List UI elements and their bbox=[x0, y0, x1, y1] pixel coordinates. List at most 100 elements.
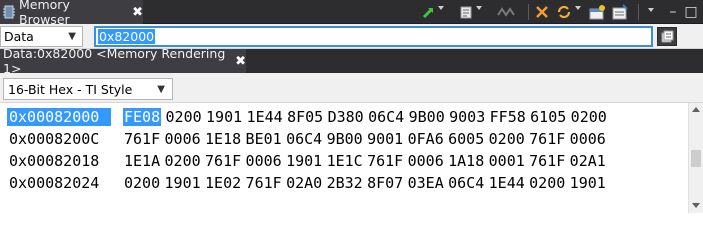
memory-address: 0x00082018 bbox=[9, 152, 100, 170]
refresh-continuous-icon[interactable] bbox=[555, 2, 573, 22]
memory-word-cell[interactable]: 0001 bbox=[489, 152, 525, 170]
memory-word-cell[interactable]: 761F bbox=[246, 174, 282, 192]
memory-word-cell[interactable]: 06C4 bbox=[448, 174, 484, 192]
rendering-tab-bar: Data:0x82000 <Memory Rendering 1> ✖ bbox=[0, 46, 703, 76]
memory-word-cell[interactable]: 1E44 bbox=[489, 174, 525, 192]
refresh-dropdown-icon[interactable] bbox=[476, 6, 482, 10]
close-rendering-icon[interactable]: ✖ bbox=[235, 54, 246, 69]
memory-word-cell[interactable]: 761F bbox=[529, 130, 565, 148]
memory-word-cell[interactable]: 02A0 bbox=[286, 174, 322, 192]
memory-word-cell[interactable]: 8F05 bbox=[287, 108, 323, 126]
view-menu-icon[interactable] bbox=[648, 8, 654, 12]
memory-words: 1E1A 0200 761F 0006 1901 1E1C 761F 0006 1A18 0001… bbox=[124, 152, 610, 170]
memory-grid[interactable]: 0x00082000 FE08 0200 1901 1E44 8F05 D380 06C4 9B… bbox=[0, 103, 688, 213]
memory-word-cell[interactable]: 1E1C bbox=[327, 152, 363, 170]
memory-word-cell[interactable]: 1E18 bbox=[205, 130, 241, 148]
memory-word-cell[interactable]: 0200 bbox=[124, 174, 160, 192]
go-icon bbox=[661, 30, 674, 42]
memory-words: 761F 0006 1E18 BE01 06C4 9B00 9001 0FA6 6005 0200… bbox=[124, 130, 610, 148]
memory-word-cell[interactable]: 1E44 bbox=[247, 108, 283, 126]
chevron-down-icon: ▼ bbox=[157, 84, 165, 95]
memory-word-cell[interactable]: BE01 bbox=[246, 130, 282, 148]
format-select[interactable]: 16-Bit Hex - TI Style ▼ bbox=[3, 78, 173, 100]
memory-row: 0x00082018 1E1A 0200 761F 0006 1901 1E1C 761F 00… bbox=[0, 150, 688, 172]
memory-word-cell[interactable]: 2B32 bbox=[327, 174, 363, 192]
new-memory-monitor-icon[interactable] bbox=[421, 2, 437, 22]
memory-address: 0x0008200C bbox=[9, 130, 100, 148]
memory-row: 0x00082024 0200 1901 1E02 761F 02A0 2B32 8F07 03… bbox=[0, 172, 688, 194]
memory-word-cell[interactable]: 0006 bbox=[246, 152, 282, 170]
go-to-address-button[interactable] bbox=[657, 27, 677, 46]
minimize-icon[interactable]: – bbox=[667, 2, 679, 22]
memory-word-cell[interactable]: 0006 bbox=[165, 130, 201, 148]
memory-word-cell[interactable]: 0200 bbox=[529, 174, 565, 192]
scroll-up-icon[interactable] bbox=[692, 107, 700, 112]
memory-word-cell[interactable]: 0200 bbox=[165, 152, 201, 170]
memory-row: 0x0008200C 761F 0006 1E18 BE01 06C4 9B00 9001 0F… bbox=[0, 128, 688, 150]
scrollbar-thumb[interactable] bbox=[691, 150, 701, 167]
memory-word-cell[interactable]: 6105 bbox=[530, 108, 566, 126]
memory-row: 0x00082000 FE08 0200 1901 1E44 8F05 D380 06C4 9B… bbox=[0, 106, 688, 128]
memory-word-cell[interactable]: 1901 bbox=[286, 152, 322, 170]
new-rendering-icon[interactable] bbox=[588, 2, 606, 22]
memory-word-cell[interactable]: 06C4 bbox=[286, 130, 322, 148]
memory-words: 0200 1901 1E02 761F 02A0 2B32 8F07 03EA 06C4 1E44… bbox=[124, 174, 610, 192]
format-bar: 16-Bit Hex - TI Style ▼ bbox=[0, 73, 703, 103]
memory-word-cell[interactable]: 0006 bbox=[570, 130, 606, 148]
clear-icon[interactable] bbox=[611, 2, 629, 22]
view-tab-bar: Memory Browser ✖ – □ bbox=[0, 0, 703, 27]
address-input-value: 0x82000 bbox=[98, 29, 156, 44]
memory-word-cell[interactable]: 1E1A bbox=[124, 152, 160, 170]
refresh-continuous-dropdown-icon[interactable] bbox=[575, 6, 581, 10]
memory-word-cell[interactable]: 02A1 bbox=[570, 152, 606, 170]
memory-word-cell[interactable]: 06C4 bbox=[368, 108, 404, 126]
memory-word-cell[interactable]: 761F bbox=[205, 152, 241, 170]
memory-address: 0x00082000 bbox=[7, 108, 111, 126]
toolbar-separator bbox=[528, 4, 529, 20]
memory-space-select[interactable]: Data ▼ bbox=[0, 26, 83, 47]
rendering-tab-label: Data:0x82000 <Memory Rendering 1> bbox=[3, 46, 226, 76]
close-view-icon[interactable]: ✖ bbox=[132, 5, 143, 20]
memory-rendering-tab[interactable]: Data:0x82000 <Memory Rendering 1> ✖ bbox=[0, 46, 246, 76]
memory-address: 0x00082024 bbox=[9, 174, 100, 192]
address-input[interactable]: 0x82000 bbox=[94, 26, 653, 47]
memory-word-cell[interactable]: 0006 bbox=[408, 152, 444, 170]
memory-word-cell[interactable]: 9003 bbox=[449, 108, 485, 126]
memory-word-cell[interactable]: 761F bbox=[529, 152, 565, 170]
view-title: Memory Browser bbox=[19, 0, 70, 27]
vertical-scrollbar[interactable] bbox=[688, 103, 703, 213]
memory-word-cell[interactable]: 1901 bbox=[165, 174, 201, 192]
memory-word-cell[interactable]: 9001 bbox=[367, 130, 403, 148]
memory-word-cell[interactable]: 761F bbox=[124, 130, 160, 148]
memory-word-cell[interactable]: 9B00 bbox=[327, 130, 363, 148]
memory-word-cell[interactable]: FF58 bbox=[490, 108, 526, 126]
memory-space-value: Data bbox=[4, 29, 34, 44]
refresh-icon[interactable] bbox=[458, 2, 474, 22]
memory-word-cell[interactable]: 6005 bbox=[448, 130, 484, 148]
new-memory-monitor-dropdown-icon[interactable] bbox=[438, 6, 444, 10]
memory-word-cell[interactable]: 9B00 bbox=[409, 108, 445, 126]
maximize-icon[interactable]: □ bbox=[684, 2, 697, 22]
memory-word-cell[interactable]: 0FA6 bbox=[408, 130, 444, 148]
chevron-down-icon: ▼ bbox=[68, 31, 76, 42]
memory-word-cell[interactable]: 1901 bbox=[206, 108, 242, 126]
memory-word-cell[interactable]: 03EA bbox=[408, 174, 444, 192]
memory-word-cell[interactable]: FE08 bbox=[123, 108, 162, 126]
memory-word-cell[interactable]: 0200 bbox=[489, 130, 525, 148]
memory-word-cell[interactable]: 1901 bbox=[570, 174, 606, 192]
link-sync-icon[interactable] bbox=[533, 2, 551, 22]
memory-word-cell[interactable]: 8F07 bbox=[367, 174, 403, 192]
memory-chip-icon bbox=[3, 5, 15, 19]
memory-word-cell[interactable]: 761F bbox=[367, 152, 403, 170]
format-value: 16-Bit Hex - TI Style bbox=[8, 81, 133, 97]
memory-word-cell[interactable]: 1E02 bbox=[205, 174, 241, 192]
memory-word-cell[interactable]: D380 bbox=[328, 108, 364, 126]
memory-words: FE08 0200 1901 1E44 8F05 D380 06C4 9B00 9003 FF58… bbox=[123, 108, 611, 126]
toggle-watch-icon[interactable] bbox=[496, 2, 516, 22]
memory-word-cell[interactable]: 1A18 bbox=[448, 152, 484, 170]
memory-browser-view-tab[interactable]: Memory Browser ✖ bbox=[0, 0, 143, 27]
toolbar-separator bbox=[638, 4, 639, 20]
memory-word-cell[interactable]: 0200 bbox=[571, 108, 607, 126]
memory-word-cell[interactable]: 0200 bbox=[166, 108, 202, 126]
scroll-down-icon[interactable] bbox=[692, 203, 700, 208]
